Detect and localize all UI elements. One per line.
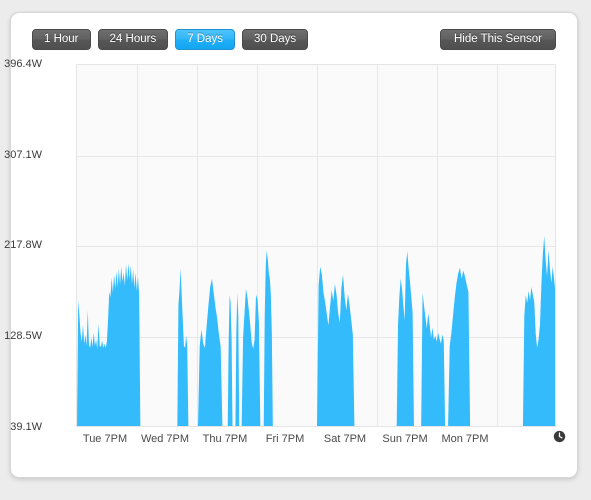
hide-this-sensor-button[interactable]: Hide This Sensor	[440, 29, 556, 50]
clock-icon[interactable]	[553, 430, 566, 443]
x-axis-tick-label: Wed 7PM	[140, 433, 190, 445]
x-axis-tick-label: Tue 7PM	[82, 433, 128, 445]
sensor-graph-panel: 1 Hour 24 Hours 7 Days 30 Days Hide This…	[4, 12, 579, 479]
area-segment	[177, 268, 189, 426]
x-axis-tick-label: Sun 7PM	[382, 433, 428, 445]
x-axis-tick-label: Fri 7PM	[265, 433, 305, 445]
area-segment	[77, 263, 141, 426]
chart-plot-area	[76, 64, 556, 427]
x-axis-tick-label: Thu 7PM	[202, 433, 248, 445]
x-axis-tick-label: Mon 7PM	[441, 433, 489, 445]
range-button-30-days[interactable]: 30 Days	[242, 29, 309, 50]
time-range-button-group: 1 Hour 24 Hours 7 Days 30 Days	[32, 29, 309, 50]
area-segment	[263, 250, 273, 426]
y-axis-tick-label: 217.8W	[4, 239, 42, 252]
power-usage-chart: 396.4W 307.1W 217.8W 128.5W 39.1W Tue 7PM Wed…	[4, 55, 579, 479]
area-segment	[522, 236, 555, 426]
power-series-area	[77, 236, 555, 426]
area-segment	[396, 251, 414, 426]
area-segment	[235, 292, 240, 426]
range-button-24-hours[interactable]: 24 Hours	[97, 29, 169, 50]
chart-toolbar: 1 Hour 24 Hours 7 Days 30 Days Hide This…	[11, 13, 577, 55]
x-axis-tick-label: Sat 7PM	[323, 433, 367, 445]
area-segment	[241, 288, 261, 426]
area-segment	[317, 266, 355, 426]
area-segment	[198, 278, 223, 426]
y-axis-tick-label: 128.5W	[4, 330, 42, 343]
range-button-1-hour[interactable]: 1 Hour	[32, 29, 91, 50]
range-button-7-days[interactable]: 7 Days	[175, 29, 235, 50]
area-segment	[421, 292, 446, 426]
area-segment	[448, 267, 471, 426]
y-axis-tick-label: 396.4W	[4, 58, 42, 70]
y-axis-tick-label: 39.1W	[10, 421, 42, 433]
y-axis-tick-label: 307.1W	[4, 148, 42, 161]
area-segment	[227, 295, 233, 426]
